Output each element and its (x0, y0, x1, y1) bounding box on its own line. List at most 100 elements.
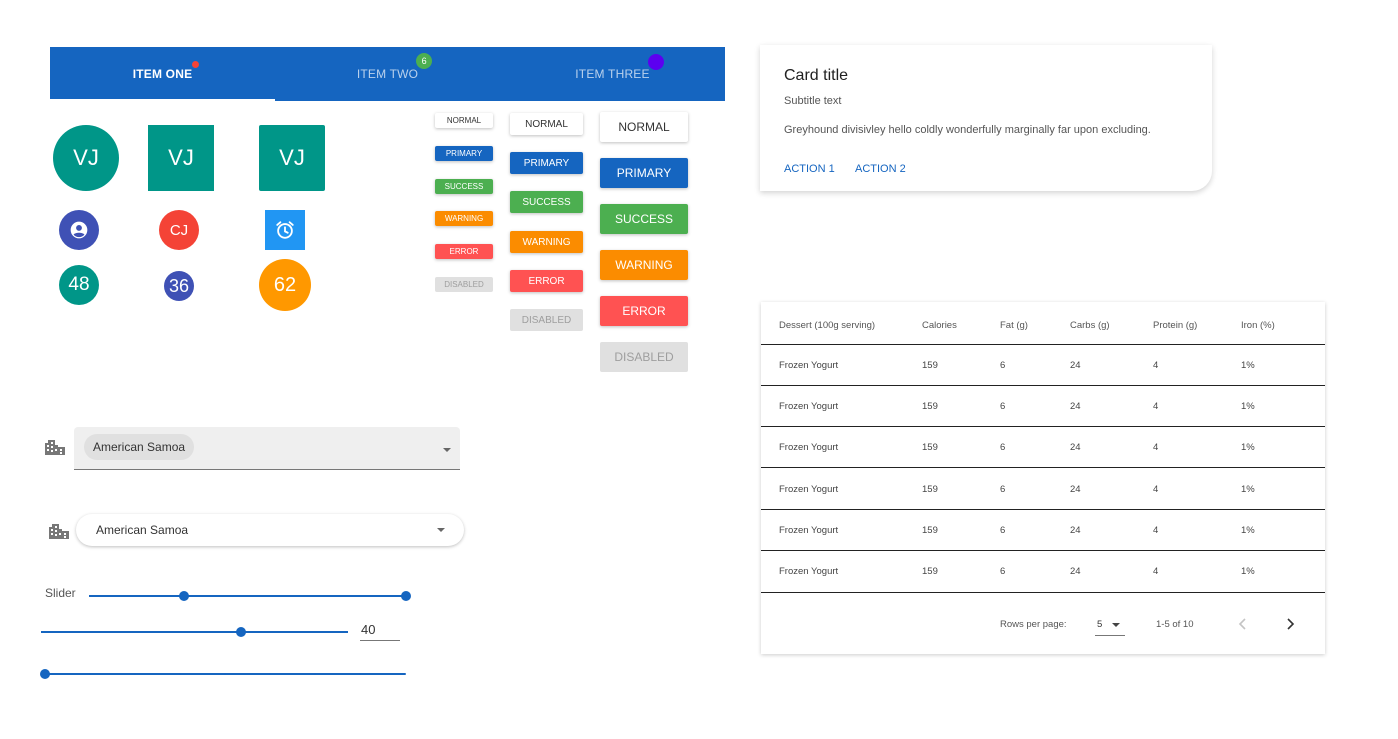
column-header-iron[interactable]: Iron (%) (1241, 320, 1275, 331)
tab-item-one[interactable]: ITEM ONE (50, 47, 275, 101)
normal-button-medium[interactable]: NORMAL (510, 113, 583, 135)
error-button-medium[interactable]: ERROR (510, 270, 583, 292)
primary-button-medium[interactable]: PRIMARY (510, 152, 583, 174)
select-value: American Samoa (96, 523, 189, 537)
tab-item-two[interactable]: ITEM TWO 6 (275, 47, 500, 101)
chevron-down-icon (443, 448, 451, 452)
column-header-carbs[interactable]: Carbs (g) (1070, 320, 1110, 331)
tab-indicator (50, 99, 275, 101)
error-button-small[interactable]: ERROR (435, 244, 493, 259)
chevron-down-icon (1112, 623, 1120, 627)
avatar-initials: CJ (169, 221, 189, 239)
cell-dessert: Frozen Yogurt (779, 566, 839, 577)
slider-tick-mark (404, 673, 406, 675)
avatar-icon (59, 210, 99, 250)
success-button-large[interactable]: SUCCESS (600, 204, 688, 234)
row-divider (761, 592, 1325, 593)
warning-button-medium[interactable]: WARNING (510, 231, 583, 253)
avatar-square-icon (265, 210, 305, 250)
column-header-calories[interactable]: Calories (922, 320, 957, 331)
value-slider-thumb[interactable] (235, 627, 246, 637)
tab-item-three[interactable]: ITEM THREE (500, 47, 725, 101)
range-slider[interactable] (89, 591, 411, 601)
column-header-dessert[interactable]: Dessert (100g serving) (779, 320, 875, 331)
rows-per-page-label: Rows per page: (1000, 619, 1067, 630)
row-divider (761, 426, 1325, 427)
tab-bar: ITEM ONE ITEM TWO 6 ITEM THREE (50, 47, 725, 101)
value-slider-track (41, 631, 348, 633)
chevron-right-icon (1287, 618, 1295, 630)
avatar-number-label: 62 (273, 273, 297, 296)
cell-iron: 1% (1241, 525, 1255, 536)
cell-carbs: 24 (1070, 484, 1081, 495)
primary-button-small[interactable]: PRIMARY (435, 146, 493, 161)
country-select-filled[interactable]: American Samoa (74, 427, 460, 470)
cell-dessert: Frozen Yogurt (779, 442, 839, 453)
card-action-2-button[interactable]: ACTION 2 (855, 163, 906, 175)
avatar-number: 62 (259, 259, 311, 311)
normal-button-small[interactable]: NORMAL (435, 113, 493, 128)
slider-tick-mark (359, 673, 361, 675)
cell-protein: 4 (1153, 525, 1159, 536)
country-select-solo[interactable]: American Samoa (76, 514, 464, 546)
success-button-small[interactable]: SUCCESS (435, 179, 493, 194)
cell-carbs: 24 (1070, 442, 1081, 453)
error-button-large[interactable]: ERROR (600, 296, 688, 326)
card-text: Greyhound divisivley hello coldly wonder… (784, 124, 1151, 136)
avatar-square: VJ (148, 125, 214, 191)
column-header-fat[interactable]: Fat (g) (1000, 320, 1028, 331)
cell-dessert: Frozen Yogurt (779, 525, 839, 536)
slider-tick-mark (134, 673, 136, 675)
account-circle-icon (70, 221, 88, 239)
value-slider[interactable] (41, 627, 348, 637)
tab-item-two-badge: 6 (416, 53, 433, 69)
warning-button-small[interactable]: WARNING (435, 211, 493, 226)
cell-carbs: 24 (1070, 401, 1081, 412)
avatar-number-label: 48 (68, 274, 90, 295)
cell-dessert: Frozen Yogurt (779, 360, 839, 371)
card-action-1-button[interactable]: ACTION 1 (784, 163, 835, 175)
cell-carbs: 24 (1070, 525, 1081, 536)
range-slider-track (89, 595, 406, 597)
row-divider (761, 509, 1325, 510)
city-icon (44, 438, 66, 461)
normal-button-large[interactable]: NORMAL (600, 112, 688, 142)
cell-calories: 159 (922, 360, 938, 371)
alarm-clock-icon (276, 221, 294, 239)
cell-calories: 159 (922, 401, 938, 412)
avatar-initials: VJ (279, 145, 305, 170)
avatar-initials: VJ (73, 145, 99, 170)
rows-per-page-select[interactable]: 5 (1095, 614, 1125, 636)
cell-fat: 6 (1000, 360, 1006, 371)
warning-button-large[interactable]: WARNING (600, 250, 688, 280)
avatar-initials: VJ (168, 145, 194, 170)
notification-dot (192, 61, 200, 68)
discrete-slider[interactable] (40, 669, 406, 679)
success-button-medium[interactable]: SUCCESS (510, 191, 583, 213)
discrete-slider-thumb[interactable] (40, 669, 50, 679)
cell-iron: 1% (1241, 401, 1255, 412)
slider-value-field[interactable]: 40 (360, 620, 400, 641)
range-slider-thumb-start[interactable] (179, 591, 190, 601)
row-divider (761, 550, 1325, 551)
cell-iron: 1% (1241, 566, 1255, 577)
slider-tick-mark (179, 673, 181, 675)
cell-iron: 1% (1241, 442, 1255, 453)
column-header-protein[interactable]: Protein (g) (1153, 320, 1197, 331)
primary-button-large[interactable]: PRIMARY (600, 158, 688, 188)
pagination-range: 1-5 of 10 (1156, 619, 1194, 630)
range-slider-thumb-end[interactable] (401, 591, 411, 601)
cell-iron: 1% (1241, 484, 1255, 495)
avatar-initials-cj: CJ (159, 210, 199, 250)
row-divider (761, 344, 1325, 345)
avatar-rounded: VJ (259, 125, 325, 191)
chevron-left-icon (1238, 618, 1246, 630)
disabled-button-small: DISABLED (435, 277, 493, 292)
next-page-button[interactable] (1282, 616, 1298, 632)
cell-protein: 4 (1153, 360, 1159, 371)
avatar-number: 48 (59, 265, 99, 305)
cell-calories: 159 (922, 484, 938, 495)
selected-chip[interactable]: American Samoa (84, 434, 195, 460)
previous-page-button[interactable] (1235, 616, 1251, 632)
cell-iron: 1% (1241, 360, 1255, 371)
